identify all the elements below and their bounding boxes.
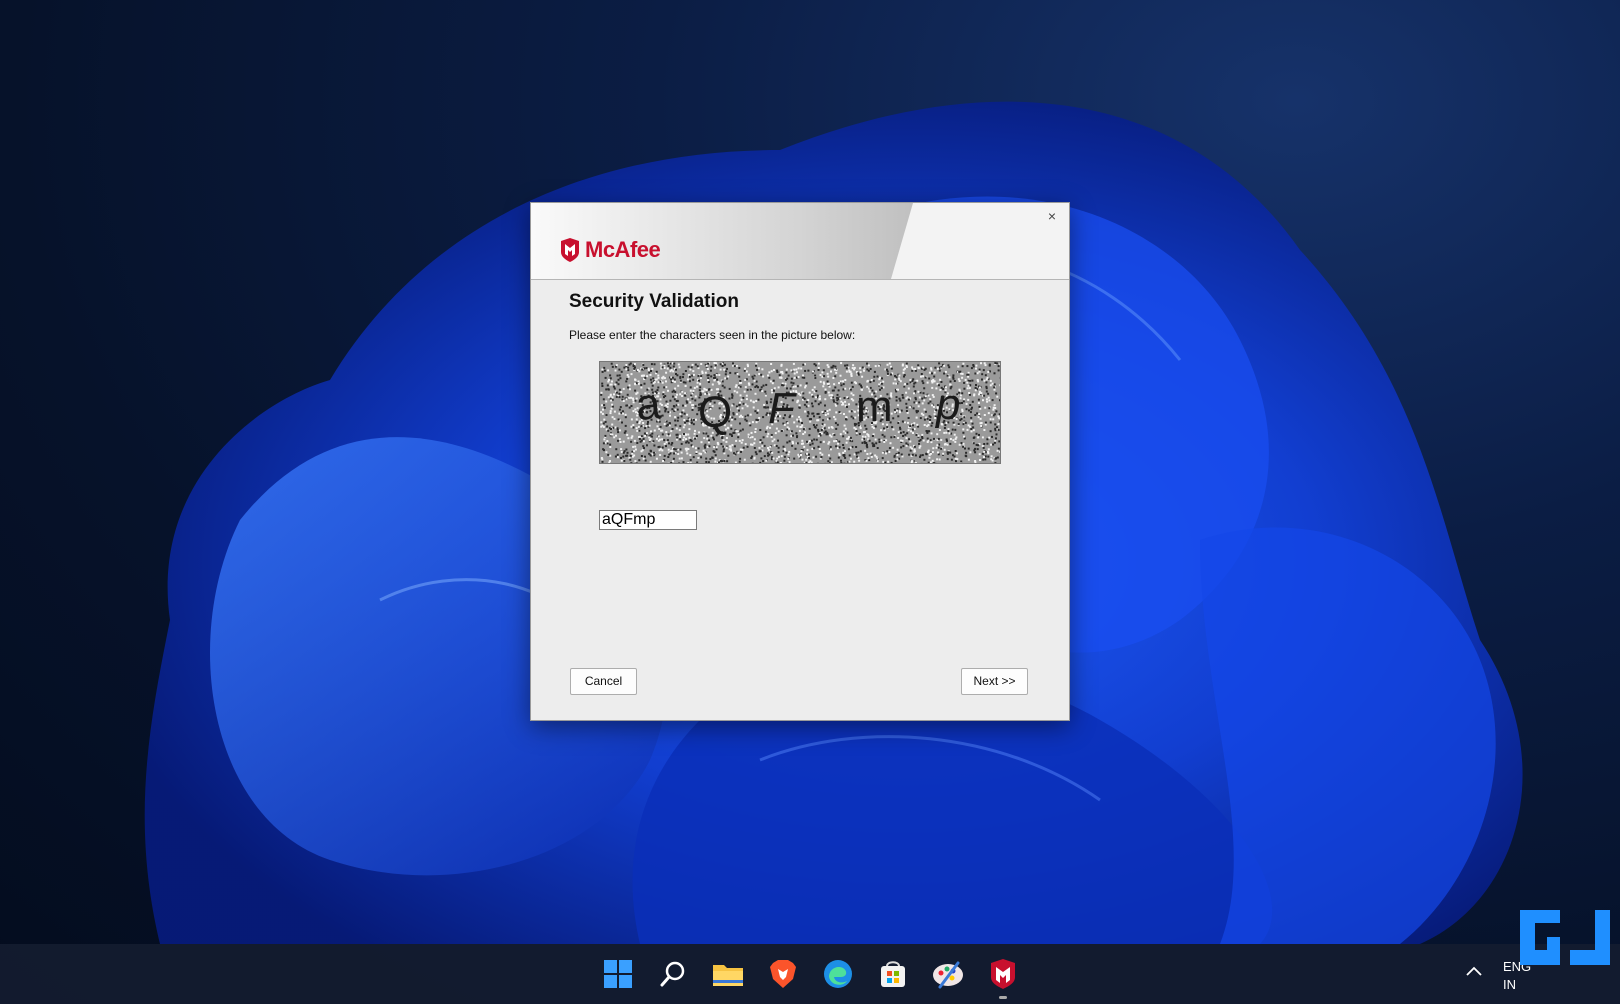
search-icon[interactable]: [655, 956, 691, 992]
captcha-characters: a Q F m p: [600, 362, 1000, 463]
captcha-char: p: [936, 380, 961, 429]
brand-name: McAfee: [585, 237, 661, 262]
dialog-header: McAfee ×: [531, 203, 1069, 280]
brave-browser-icon[interactable]: [765, 956, 801, 992]
cancel-button[interactable]: Cancel: [570, 668, 637, 695]
chevron-up-icon[interactable]: [1464, 962, 1484, 982]
mcafee-shield-icon: [561, 238, 579, 262]
captcha-char: F: [768, 384, 795, 433]
taskbar: [0, 944, 1620, 1004]
captcha-char: m: [856, 382, 893, 431]
edge-browser-icon[interactable]: [820, 956, 856, 992]
file-explorer-icon[interactable]: [710, 956, 746, 992]
captcha-char: Q: [698, 388, 733, 437]
captcha-image: a Q F m p: [599, 361, 1001, 464]
instruction-text: Please enter the characters seen in the …: [569, 328, 856, 342]
mcafee-logo: McAfee: [559, 237, 661, 263]
close-button[interactable]: ×: [1043, 207, 1061, 225]
captcha-char: a: [633, 378, 663, 431]
paint-app-icon[interactable]: [930, 956, 966, 992]
mcafee-app-icon[interactable]: [985, 956, 1021, 999]
microsoft-store-icon[interactable]: [875, 956, 911, 992]
next-button[interactable]: Next >>: [961, 668, 1028, 695]
captcha-input[interactable]: [599, 510, 697, 530]
running-indicator: [999, 996, 1007, 999]
watermark-logo: [1520, 910, 1610, 965]
dialog-title: Security Validation: [569, 291, 739, 312]
security-validation-dialog: McAfee × Security Validation Please ente…: [530, 202, 1070, 721]
windows-start-icon[interactable]: [600, 956, 636, 992]
